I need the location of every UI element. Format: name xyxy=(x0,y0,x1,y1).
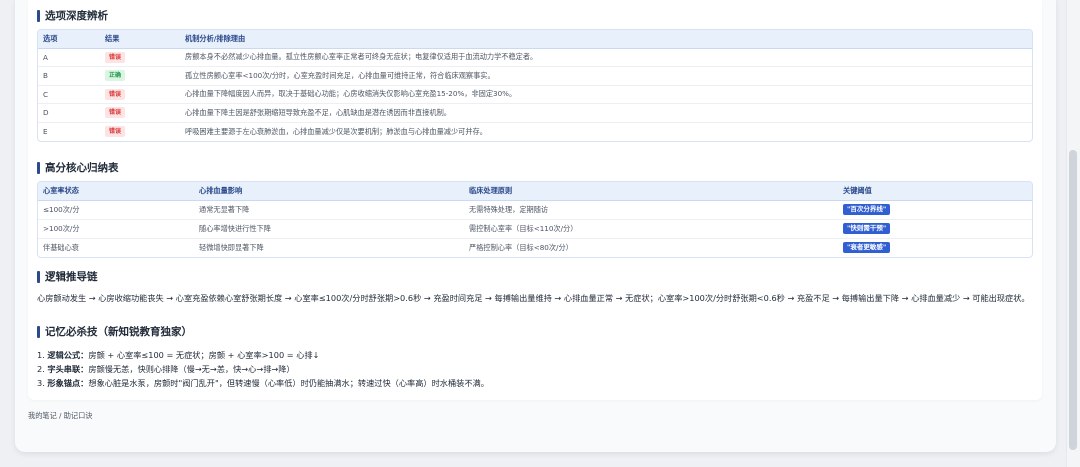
table-row: ≤100次/分 通常无显著下降 无需特殊处理，定期随访 "百次分界线" xyxy=(38,200,1032,220)
result-badge: 正确 xyxy=(105,70,126,82)
memory-label: 字头串联： xyxy=(47,364,89,374)
result-badge: 错误 xyxy=(105,126,126,137)
logic-section-title: 逻辑推导链 xyxy=(37,270,98,284)
state-cell: ≤100次/分 xyxy=(38,200,194,220)
analysis-header-option: 选项 xyxy=(38,30,100,49)
table-row: A 错误 房颤本身不必然减少心排血量。孤立性房颤心室率正常者可终身无症状；电复律… xyxy=(38,48,1032,67)
option-label: D xyxy=(38,103,100,123)
memory-text: 房颤慢无恙，快则心排降（慢→无→恙，快→心→排→降） xyxy=(88,364,295,374)
reason-text: 房颤本身不必然减少心排血量。孤立性房颤心室率正常者可终身无症状；电复律仅适用于血… xyxy=(180,48,1032,67)
content-panel: 选项深度辨析 选项 结果 机制分析/排除理由 A 错误 房颤本身不必然减少心排血… xyxy=(15,0,1056,452)
memory-text: 房颤 + 心室率≤100 = 无症状；房颤 + 心室率>100 = 心排↓ xyxy=(88,350,320,360)
result-badge: 错误 xyxy=(105,107,126,119)
scrollbar-thumb[interactable] xyxy=(1069,150,1077,450)
analysis-section-title: 选项深度辨析 xyxy=(37,9,108,23)
reason-text: 呼吸困难主要源于左心衰肺淤血，心排血量减少仅是次要机制；肺淤血与心排血量减少可并… xyxy=(185,126,487,136)
state-cell: 伴基础心衰 xyxy=(43,242,79,252)
reason-text: 心排血量下降主因是舒张期缩短导致充盈不足，心肌缺血是潜在诱因而非直接机制。 xyxy=(180,103,1032,123)
analysis-table: 选项 结果 机制分析/排除理由 A 错误 房颤本身不必然减少心排血量。孤立性房颤… xyxy=(37,29,1033,142)
summary-section-title: 高分核心归纳表 xyxy=(37,161,119,175)
option-label: E xyxy=(43,127,48,136)
analysis-header-reason: 机制分析/排除理由 xyxy=(180,30,1032,49)
reason-text: 孤立性房颤心室率<100次/分时，心室充盈时间充足，心排血量可维持正常，符合临床… xyxy=(180,66,1032,86)
threshold-pill: "衰者更敏感" xyxy=(843,242,891,254)
principle-cell: 严格控制心率（目标<80次/分） xyxy=(469,242,573,252)
option-label: A xyxy=(38,48,100,67)
table-row: E 错误 呼吸困难主要源于左心衰肺淤血，心排血量减少仅是次要机制；肺淤血与心排血… xyxy=(38,122,1032,141)
result-badge: 错误 xyxy=(105,51,126,63)
list-item: 2. 字头串联：房颤慢无恙，快则心排降（慢→无→恙，快→心→排→降） xyxy=(37,364,295,374)
list-item: 1. 逻辑公式：房颤 + 心室率≤100 = 无症状；房颤 + 心室率>100 … xyxy=(37,350,320,360)
analysis-card: 选项深度辨析 选项 结果 机制分析/排除理由 A 错误 房颤本身不必然减少心排血… xyxy=(28,0,1042,400)
result-badge: 错误 xyxy=(105,88,126,100)
principle-cell: 需控制心室率（目标<110次/分） xyxy=(464,219,838,239)
table-row: D 错误 心排血量下降主因是舒张期缩短导致充盈不足，心肌缺血是潜在诱因而非直接机… xyxy=(38,103,1032,123)
memory-list: 1. 逻辑公式：房颤 + 心室率≤100 = 无症状；房颤 + 心室率>100 … xyxy=(37,348,489,390)
table-row: 伴基础心衰 轻微增快即显著下降 严格控制心率（目标<80次/分） "衰者更敏感" xyxy=(38,238,1032,257)
summary-header-effect: 心排血量影响 xyxy=(194,182,464,201)
threshold-pill: "快则需干预" xyxy=(843,223,891,234)
memory-section-title: 记忆必杀技（新知锐教育独家） xyxy=(37,325,192,339)
table-row: >100次/分 随心率增快进行性下降 需控制心室率（目标<110次/分） "快则… xyxy=(38,219,1032,239)
summary-header-principle: 临床处理原则 xyxy=(464,182,838,201)
state-cell: >100次/分 xyxy=(38,219,194,239)
analysis-header-result: 结果 xyxy=(100,30,180,49)
effect-cell: 随心率增快进行性下降 xyxy=(194,219,464,239)
list-item: 3. 形象锚点：想象心脏是水泵，房颤时"阀门乱开"，但转速慢（心率低）时仍能抽满… xyxy=(37,378,489,388)
reason-text: 心排血量下降幅度因人而异，取决于基础心功能；心房收缩消失仅影响心室充盈15-20… xyxy=(180,85,1032,104)
notes-tab-link[interactable]: 我的笔记 / 助记口诀 xyxy=(28,411,93,421)
principle-cell: 无需特殊处理，定期随访 xyxy=(464,200,838,220)
effect-cell: 通常无显著下降 xyxy=(194,200,464,220)
summary-header-state: 心室率状态 xyxy=(38,182,194,201)
effect-cell: 轻微增快即显著下降 xyxy=(199,242,264,252)
memory-label: 形象锚点： xyxy=(47,378,89,388)
logic-chain-text: 心房颤动发生 → 心房收缩功能丧失 → 心室充盈依赖心室舒张期长度 → 心室率≤… xyxy=(37,293,1030,303)
option-label: C xyxy=(38,85,100,104)
threshold-pill: "百次分界线" xyxy=(843,204,891,215)
table-row: C 错误 心排血量下降幅度因人而异，取决于基础心功能；心房收缩消失仅影响心室充盈… xyxy=(38,85,1032,104)
table-row: B 正确 孤立性房颤心室率<100次/分时，心室充盈时间充足，心排血量可维持正常… xyxy=(38,66,1032,86)
summary-header-threshold: 关键阈值 xyxy=(838,182,1032,201)
option-label: B xyxy=(38,66,100,86)
summary-table: 心室率状态 心排血量影响 临床处理原则 关键阈值 ≤100次/分 通常无显著下降… xyxy=(37,181,1033,258)
memory-label: 逻辑公式： xyxy=(47,350,89,360)
memory-text: 想象心脏是水泵，房颤时"阀门乱开"，但转速慢（心率低）时仍能抽满水；转速过快（心… xyxy=(88,378,489,388)
scrollbar[interactable] xyxy=(1066,0,1080,467)
